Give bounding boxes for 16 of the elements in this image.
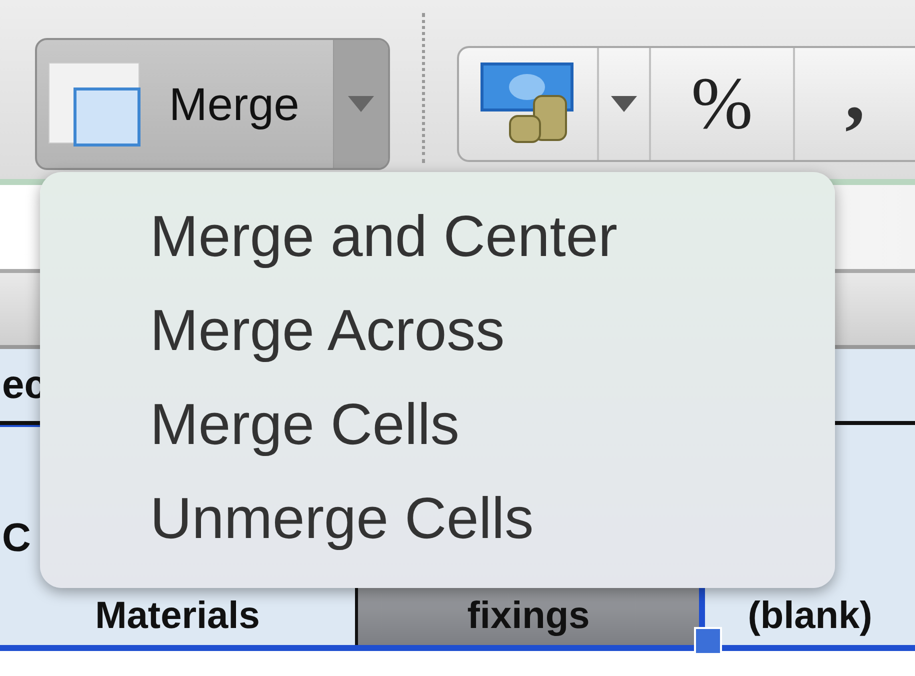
menu-item[interactable]: Merge Cells: [40, 378, 835, 472]
caret-icon: [348, 96, 374, 112]
comma-style-button[interactable]: ,: [795, 48, 915, 160]
header-cell[interactable]: (blank): [705, 587, 915, 645]
caret-icon: [611, 96, 637, 112]
fill-handle[interactable]: [694, 627, 722, 655]
menu-item[interactable]: Unmerge Cells: [40, 472, 835, 566]
banknote-coins-icon: [480, 62, 576, 146]
merge-button[interactable]: Merge: [35, 38, 390, 170]
header-cell[interactable]: Materials: [0, 587, 355, 645]
menu-item[interactable]: Merge and Center: [40, 190, 835, 284]
menu-item[interactable]: Merge Across: [40, 284, 835, 378]
merge-cells-icon: [47, 61, 143, 147]
header-cell[interactable]: fixings: [355, 587, 705, 645]
cell-text: C: [2, 516, 31, 561]
percent-button[interactable]: %: [651, 48, 795, 160]
